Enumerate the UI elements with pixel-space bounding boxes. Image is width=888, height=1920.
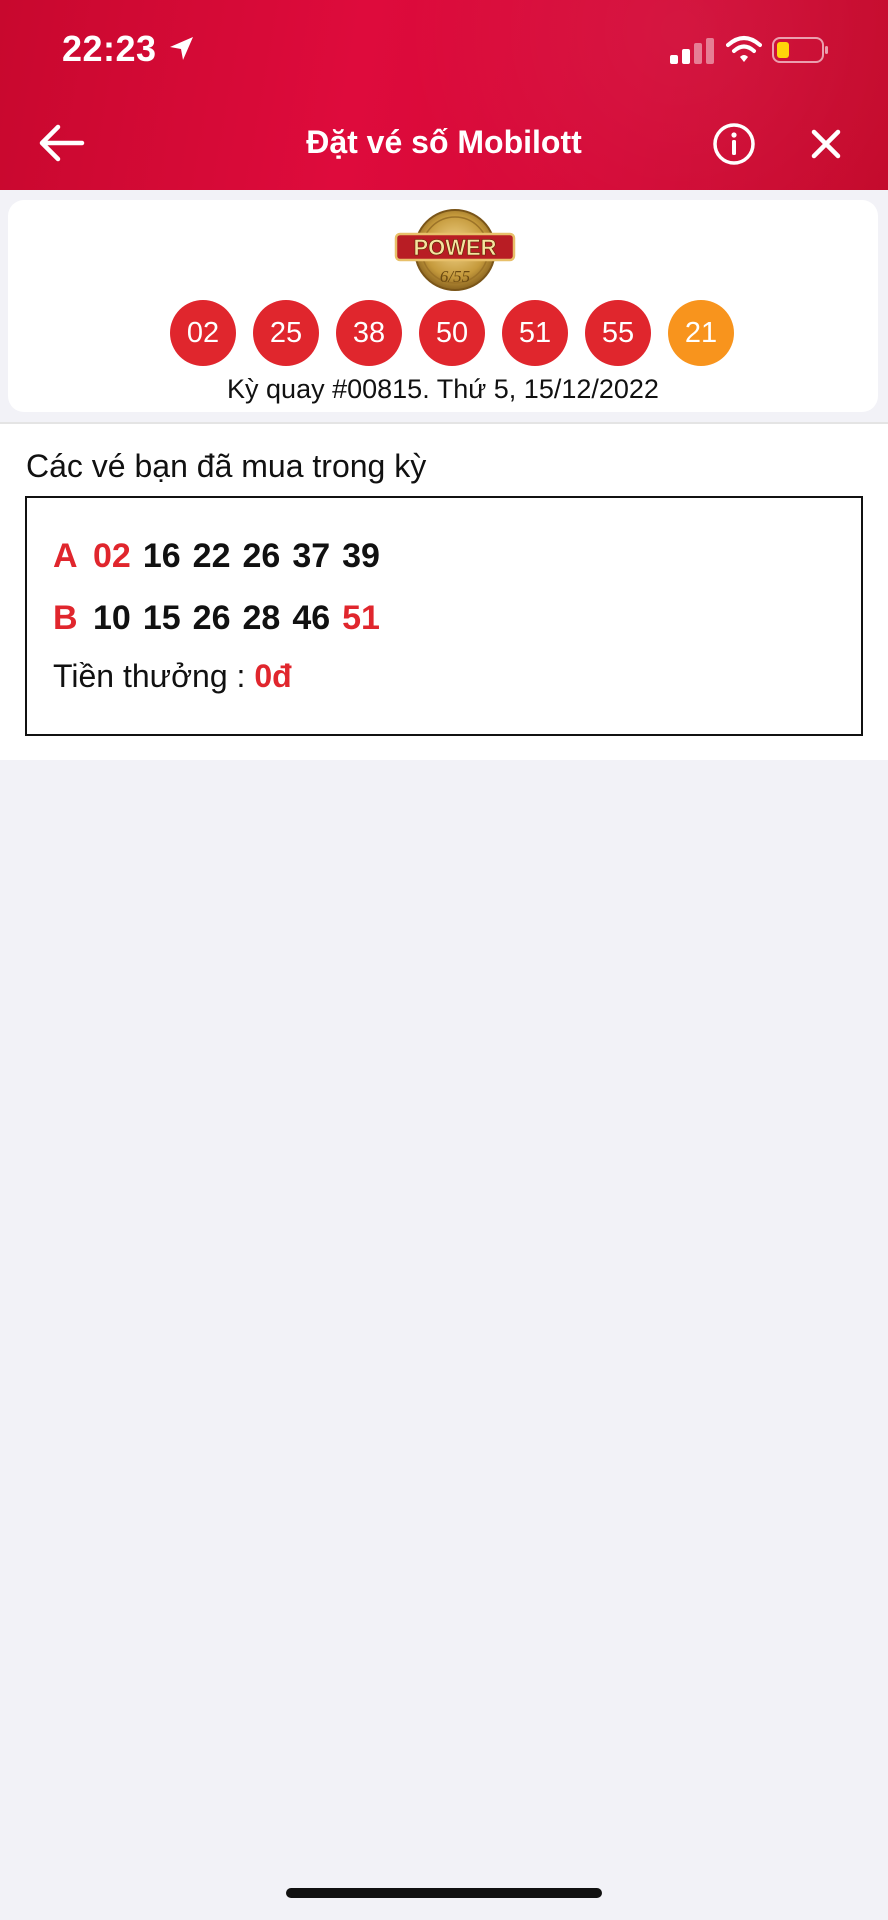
prize-value: 0đ	[254, 658, 292, 694]
location-arrow-icon	[170, 37, 193, 60]
status-time: 22:23	[62, 28, 157, 69]
ticket-number: 39	[342, 536, 380, 575]
number-ball: 55	[585, 300, 651, 366]
tickets-box: A 02 16 22 26 37 39 B 10 15 26 28 46 51 …	[25, 496, 863, 736]
ticket-number: 10	[93, 598, 131, 637]
svg-text:POWER: POWER	[413, 235, 496, 260]
number-ball: 02	[170, 300, 236, 366]
ticket-number: 37	[292, 536, 331, 575]
signal-icon	[670, 38, 714, 64]
draw-info: Kỳ quay #00815. Thứ 5, 15/12/2022	[227, 374, 659, 404]
battery-icon	[772, 37, 828, 63]
ticket-number: 16	[142, 536, 181, 575]
prize-line: Tiền thưởng : 0đ	[53, 658, 292, 695]
ticket-number: 46	[292, 598, 331, 637]
ticket-number: 26	[192, 598, 231, 637]
purchased-tickets-section: Các vé bạn đã mua trong kỳ A 02 16 22 26…	[0, 422, 888, 760]
ticket-number: 02	[93, 536, 131, 575]
ticket-number: 28	[242, 598, 281, 637]
number-ball: 50	[419, 300, 485, 366]
section-title: Các vé bạn đã mua trong kỳ	[26, 448, 427, 484]
bonus-ball: 21	[668, 300, 734, 366]
ticket-number: 22	[192, 536, 231, 575]
number-ball: 51	[502, 300, 568, 366]
power-655-logo: POWER 6/55	[394, 209, 516, 291]
ticket-row-b: B 10 15 26 28 46 51	[53, 598, 392, 638]
number-ball: 25	[253, 300, 319, 366]
prize-label: Tiền thưởng :	[53, 658, 255, 694]
svg-text:6/55: 6/55	[440, 267, 470, 286]
ticket-number: 51	[342, 598, 380, 637]
ticket-letter: A	[53, 536, 78, 575]
close-button[interactable]	[806, 124, 846, 164]
winning-numbers: 02 25 38 50 51 55 21	[170, 300, 734, 368]
info-button[interactable]	[712, 122, 756, 166]
number-ball: 38	[336, 300, 402, 366]
home-indicator[interactable]	[286, 1888, 602, 1898]
wifi-icon	[726, 36, 762, 62]
app-header: 22:23 Đặt vé số Mobilott	[0, 0, 888, 190]
ticket-letter: B	[53, 598, 78, 637]
ticket-row-a: A 02 16 22 26 37 39	[53, 536, 392, 576]
draw-result-card: POWER 6/55 02 25 38 50 51 55 21 Kỳ quay …	[8, 200, 878, 412]
ticket-number: 26	[242, 536, 281, 575]
ticket-number: 15	[142, 598, 181, 637]
